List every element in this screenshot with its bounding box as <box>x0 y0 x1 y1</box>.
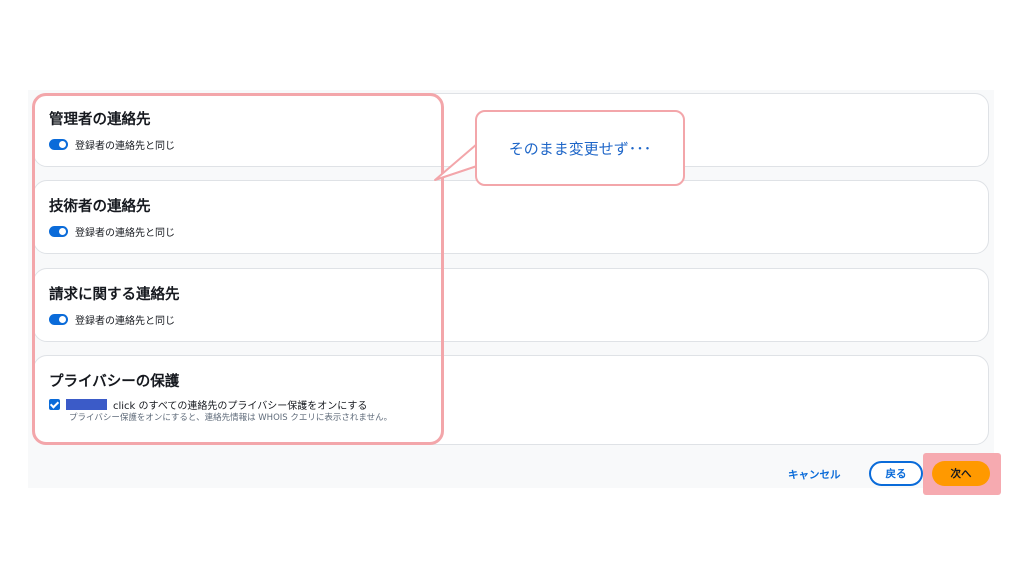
back-button[interactable]: 戻る <box>869 461 923 486</box>
annotation-text: そのまま変更せず･･･ <box>508 139 652 158</box>
highlight-box-sections <box>32 93 444 445</box>
cancel-button[interactable]: キャンセル <box>788 467 841 482</box>
annotation-callout: そのまま変更せず･･･ <box>475 110 685 186</box>
next-button[interactable]: 次へ <box>932 461 990 486</box>
callout-tail <box>434 143 479 181</box>
